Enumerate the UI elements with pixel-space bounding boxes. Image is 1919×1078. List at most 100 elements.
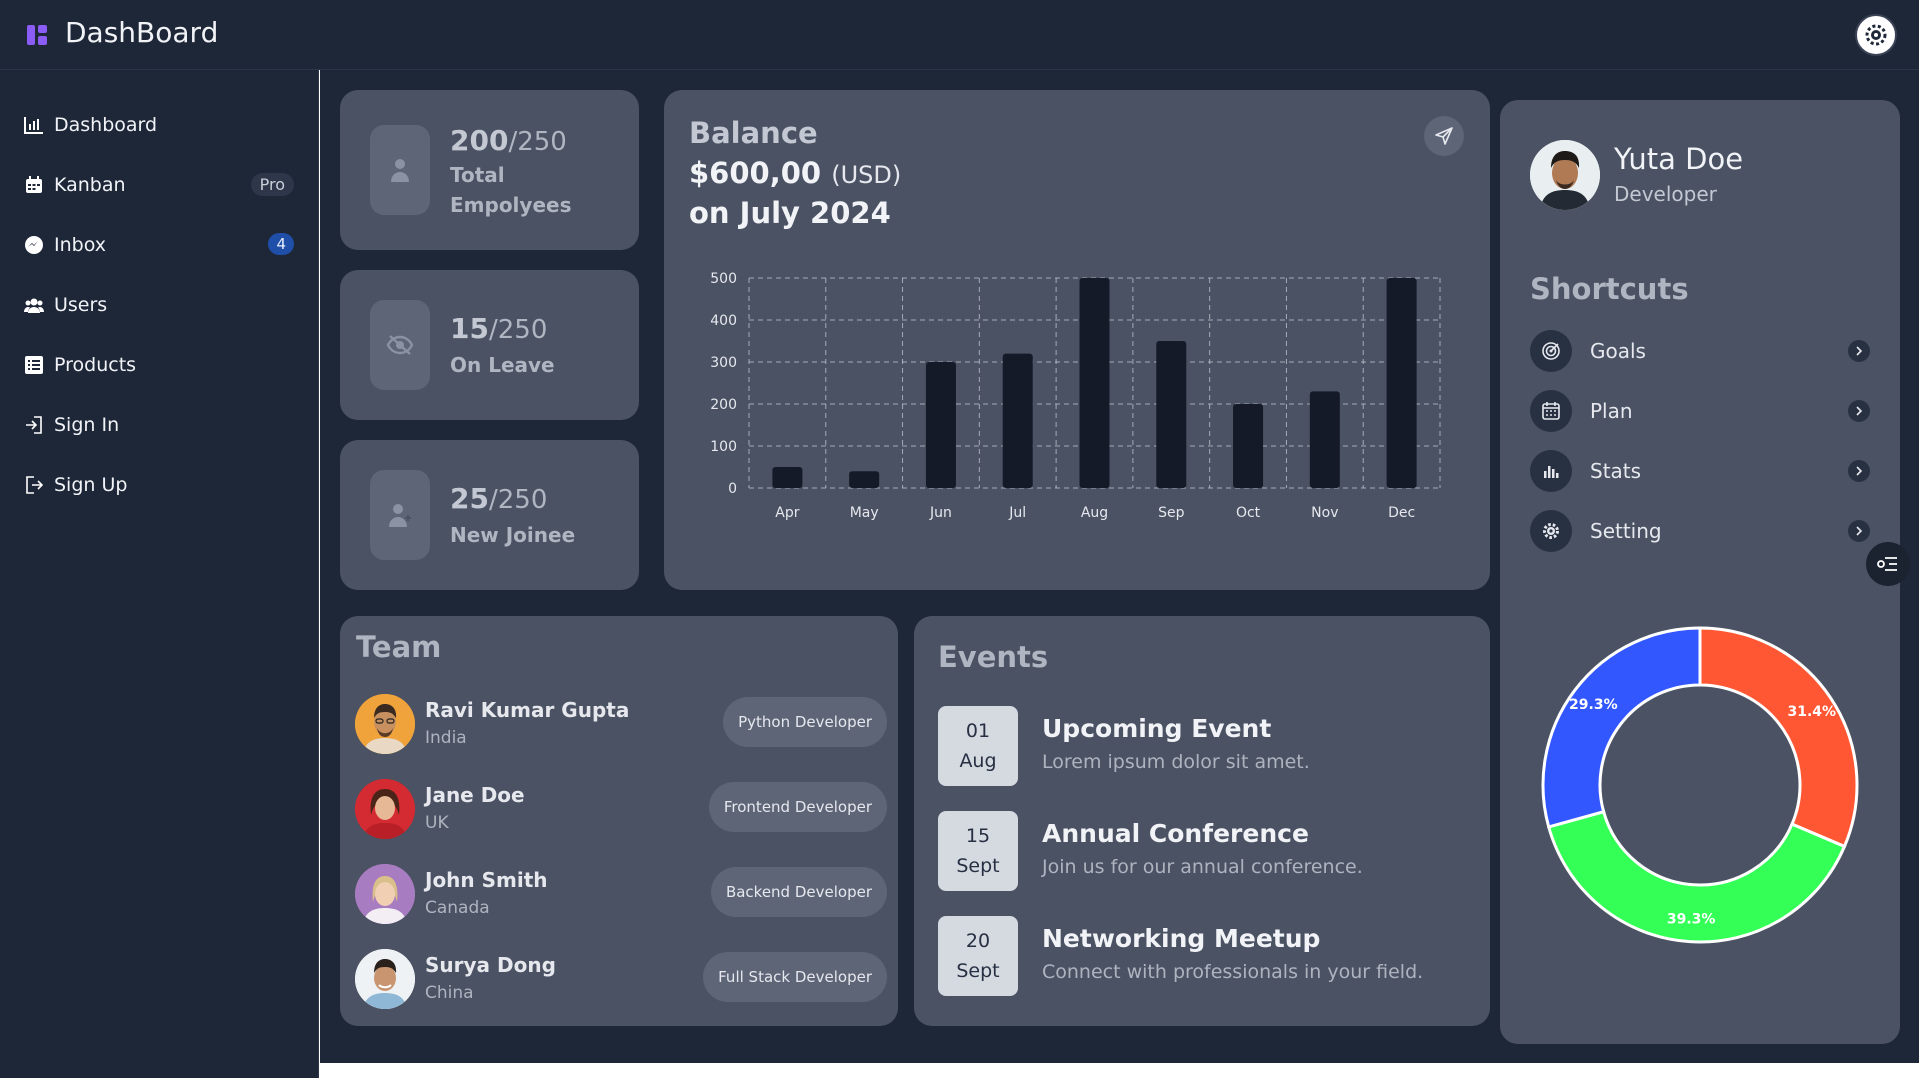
event-month: Aug: [959, 750, 997, 772]
stats-icon: [1530, 450, 1572, 492]
shortcut-setting[interactable]: Setting: [1530, 510, 1870, 552]
x-tick-label: Aug: [1081, 505, 1108, 521]
stat-label: New Joinee: [450, 523, 576, 547]
shortcut-stats[interactable]: Stats: [1530, 450, 1870, 492]
y-tick-label: 500: [710, 271, 737, 287]
sidebar-item-dashboard[interactable]: Dashboard: [24, 110, 294, 140]
sidebar-item-label: Kanban: [54, 174, 126, 196]
target-icon: [1530, 330, 1572, 372]
profile-role: Developer: [1614, 182, 1717, 206]
sign-up-icon: [24, 475, 44, 495]
sidebar-item-kanban[interactable]: Kanban Pro: [24, 170, 294, 200]
sidebar-item-inbox[interactable]: Inbox 4: [24, 230, 294, 260]
profile-name: Yuta Doe: [1614, 142, 1744, 176]
x-tick-label: Nov: [1311, 505, 1338, 521]
x-tick-label: Oct: [1236, 505, 1261, 521]
event-month: Sept: [956, 960, 1000, 982]
donut-slice: [1541, 626, 1702, 829]
event-item[interactable]: 01 Aug Upcoming Event Lorem ipsum dolor …: [938, 706, 1458, 786]
event-date: 15 Sept: [938, 811, 1018, 891]
chevron-right-icon: [1848, 460, 1870, 482]
sign-in-icon: [24, 415, 44, 435]
gear-icon: [1865, 24, 1887, 46]
event-day: 15: [965, 825, 991, 847]
sidebar-item-label: Products: [54, 354, 137, 376]
event-date: 20 Sept: [938, 916, 1018, 996]
event-date: 01 Aug: [938, 706, 1018, 786]
user-plus-icon: [370, 470, 430, 560]
role-badge[interactable]: Frontend Developer: [708, 782, 887, 832]
bar: [849, 471, 880, 488]
role-badge[interactable]: Backend Developer: [710, 867, 887, 917]
chevron-right-icon: [1848, 340, 1870, 362]
x-tick-label: Dec: [1388, 505, 1415, 521]
distribution-card: 31.4% 39.3% 29.3%: [1510, 592, 1890, 1022]
event-title: Annual Conference: [1042, 819, 1309, 848]
balance-bar-chart: 0 100 200 300 400 500 Apr May Jun Jul Aug Sep Oct Nov…: [710, 271, 1441, 521]
sidebar-item-products[interactable]: Products: [24, 350, 294, 380]
bar: [1156, 341, 1187, 488]
unread-count-badge: 4: [268, 233, 294, 255]
calendar-icon: [1530, 390, 1572, 432]
team-member: Ravi Kumar Gupta India Python Developer: [355, 694, 887, 756]
member-name: John Smith: [425, 868, 548, 892]
eye-off-icon: [370, 300, 430, 390]
stat-card-on-leave: 15/250 On Leave: [340, 270, 639, 420]
bar: [1386, 278, 1417, 488]
calendar-icon: [24, 175, 44, 195]
x-tick-label: Jun: [929, 505, 952, 521]
event-item[interactable]: 15 Sept Annual Conference Join us for ou…: [938, 811, 1458, 891]
event-description: Connect with professionals in your field…: [1042, 961, 1424, 983]
bar: [772, 467, 803, 488]
profile-card[interactable]: Yuta Doe Developer: [1512, 120, 1890, 228]
users-icon: [24, 295, 44, 315]
theme-settings-button[interactable]: [1855, 14, 1897, 56]
shortcut-label: Plan: [1590, 399, 1633, 423]
bar: [1309, 391, 1340, 488]
event-description: Lorem ipsum dolor sit amet.: [1042, 751, 1310, 773]
member-country: India: [425, 728, 467, 748]
sidebar-item-users[interactable]: Users: [24, 290, 294, 320]
shortcut-label: Goals: [1590, 339, 1646, 363]
shortcut-plan[interactable]: Plan: [1530, 390, 1870, 432]
bar: [1233, 404, 1264, 488]
donut-chart: 31.4% 39.3% 29.3%: [1541, 626, 1859, 944]
stat-value: 15/250: [450, 312, 548, 345]
avatar: [355, 864, 415, 924]
sidebar-item-sign-up[interactable]: Sign Up: [24, 470, 294, 500]
event-title: Upcoming Event: [1042, 714, 1272, 743]
x-tick-label: Apr: [775, 505, 799, 521]
sidebar-item-label: Inbox: [54, 234, 106, 256]
sidebar: Dashboard Kanban Pro Inbox 4 Users Produ…: [0, 70, 319, 1078]
y-tick-label: 400: [710, 313, 737, 329]
shortcut-goals[interactable]: Goals: [1530, 330, 1870, 372]
member-country: Canada: [425, 898, 490, 918]
events-card: Events 01 Aug Upcoming Event Lorem ipsum…: [914, 616, 1490, 1026]
bar-chart-icon: [24, 115, 44, 135]
avatar: [355, 694, 415, 754]
role-badge[interactable]: Full Stack Developer: [703, 952, 887, 1002]
filter-toggle-button[interactable]: [1866, 542, 1910, 586]
messenger-icon: [24, 235, 44, 255]
pro-badge: Pro: [250, 173, 294, 196]
y-tick-label: 200: [710, 397, 737, 413]
shortcuts-title: Shortcuts: [1530, 272, 1689, 306]
stat-card-new-joinee: 25/250 New Joinee: [340, 440, 639, 590]
sidebar-item-label: Users: [54, 294, 108, 316]
y-tick-label: 300: [710, 355, 737, 371]
member-name: Surya Dong: [425, 953, 556, 977]
sidebar-item-sign-in[interactable]: Sign In: [24, 410, 294, 440]
event-item[interactable]: 20 Sept Networking Meetup Connect with p…: [938, 916, 1458, 996]
stat-value: 200/250: [450, 124, 567, 157]
chevron-right-icon: [1848, 400, 1870, 422]
team-member: Jane Doe UK Frontend Developer: [355, 779, 887, 841]
gear-icon: [1530, 510, 1572, 552]
donut-slice: [1698, 626, 1859, 849]
role-badge[interactable]: Python Developer: [723, 697, 887, 747]
user-icon: [370, 125, 430, 215]
stat-value: 25/250: [450, 482, 548, 515]
event-description: Join us for our annual conference.: [1042, 856, 1363, 878]
avatar: [355, 949, 415, 1009]
sidebar-item-label: Sign Up: [54, 474, 128, 496]
bar: [1079, 278, 1110, 488]
